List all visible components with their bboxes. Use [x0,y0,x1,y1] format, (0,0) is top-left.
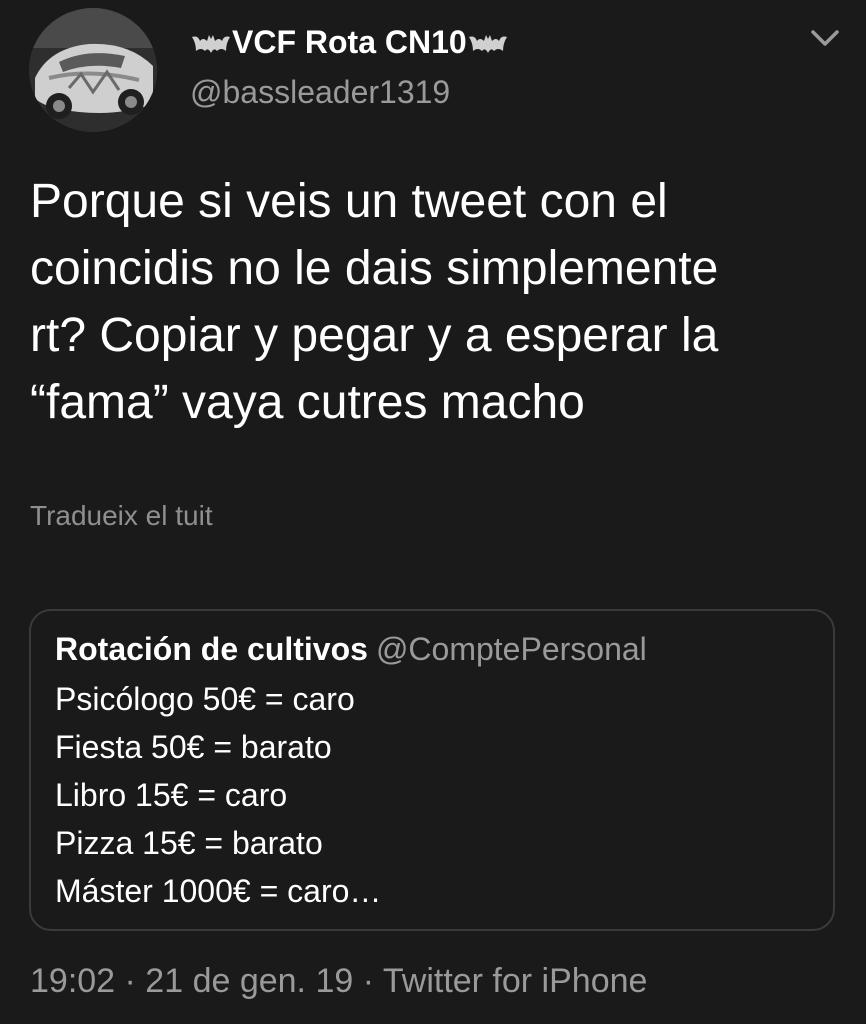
bat-icon [190,29,232,57]
car-avatar-image [29,8,157,132]
tweet-text: Porque si veis un tweet con el coincidis… [30,175,719,429]
quoted-text-line: Pizza 15€ = barato [55,825,323,861]
quoted-text-line: Libro 15€ = caro [55,777,288,813]
quoted-tweet-card[interactable]: Rotación de cultivos @ComptePersonal Psic… [29,609,835,931]
quoted-tweet-header: Rotación de cultivos @ComptePersonal [55,631,647,668]
display-name[interactable]: VCF Rota CN10 [190,24,509,61]
chevron-down-icon[interactable] [808,24,842,52]
quoted-tweet-text: Psicólogo 50€ = caro Fiesta 50€ = barato… [55,675,381,915]
tweet-timestamp-source[interactable]: 19:02 · 21 de gen. 19 · Twitter for iPho… [30,962,647,1001]
avatar[interactable] [29,8,157,132]
translate-link[interactable]: Tradueix el tuit [30,500,213,532]
quoted-display-name: Rotación de cultivos [55,631,368,667]
display-name-text: VCF Rota CN10 [232,24,467,60]
bat-icon [467,29,509,57]
quoted-text-line: Psicólogo 50€ = caro [55,681,355,717]
quoted-text-line: Máster 1000€ = caro… [55,873,382,909]
quoted-handle: @ComptePersonal [375,631,647,667]
quoted-text-line: Fiesta 50€ = barato [55,729,332,765]
user-handle[interactable]: @bassleader1319 [190,74,450,111]
tweet-page: VCF Rota CN10 @bassleader1319 Porque si … [0,0,866,1024]
